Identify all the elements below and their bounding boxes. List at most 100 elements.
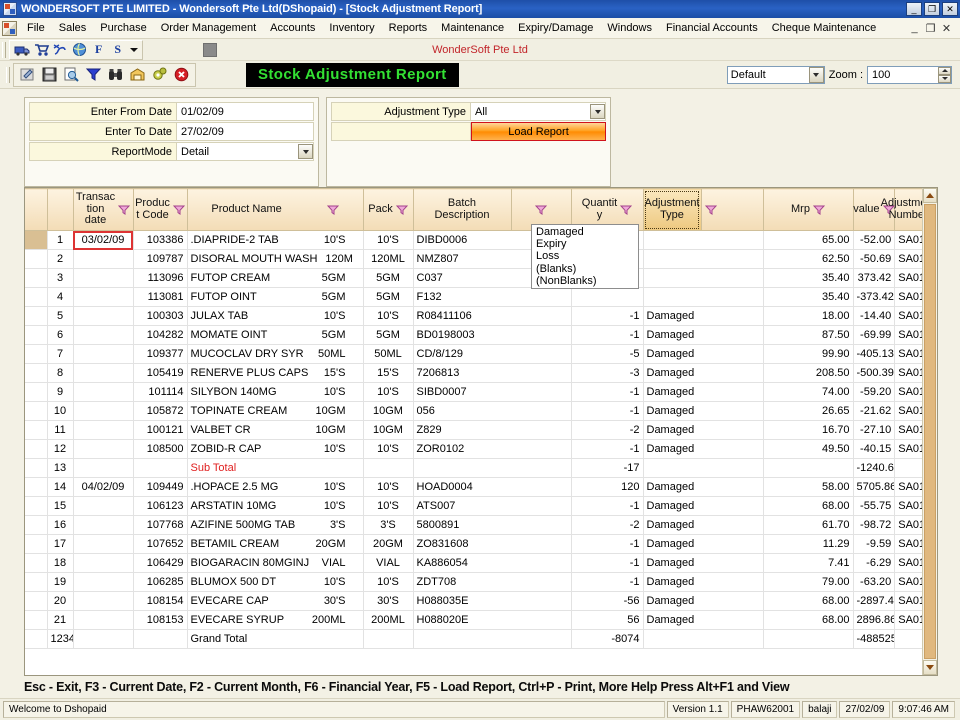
cell-adjustment-type[interactable]: Damaged [643,439,764,459]
cell-quantity[interactable]: -5 [571,344,644,364]
cell-quantity[interactable]: -1 [571,553,644,573]
row-selector-cell[interactable] [25,230,48,250]
row-number[interactable]: 7 [47,344,74,364]
cell-mrp[interactable]: 58.00 [763,477,854,497]
cell-product-code[interactable]: 105419 [133,363,188,383]
cell-batch-description[interactable]: 056 [413,401,572,421]
cell-pack[interactable]: 5GM [363,268,414,288]
row-number[interactable]: 1 [47,230,74,250]
cell-adjustment-type[interactable]: Damaged [643,344,764,364]
shopping-cart-icon[interactable] [33,41,50,58]
cell-adjustment-type[interactable]: Damaged [643,553,764,573]
cell-value[interactable]: 5705.86 [853,477,896,497]
cell-mrp[interactable]: 79.00 [763,572,854,592]
row-selector-cell[interactable] [25,591,48,611]
cell-adjustment-type[interactable]: Damaged [643,610,764,630]
row-number[interactable]: 5 [47,306,74,326]
cell-transaction-date[interactable] [73,515,134,535]
zoom-increase-icon[interactable] [938,66,951,75]
cell-pack[interactable] [363,458,414,478]
cell-pack[interactable]: 10'S [363,306,414,326]
cell-transaction-date[interactable] [73,344,134,364]
cell-batch-description[interactable]: CD/8/129 [413,344,572,364]
cell-mrp[interactable]: 11.29 [763,534,854,554]
cell-product-code[interactable]: 101114 [133,382,188,402]
cell-pack[interactable]: 5GM [363,287,414,307]
row-number[interactable]: 15 [47,496,74,516]
cell-product-name[interactable]: AZIFINE 500MG TAB 3'S [187,515,364,535]
cell-product-code[interactable]: 108500 [133,439,188,459]
cell-pack[interactable]: 200ML [363,610,414,630]
row-selector-cell[interactable] [25,496,48,516]
cell-transaction-date[interactable]: 03/02/09 [73,230,134,250]
row-number[interactable]: 9 [47,382,74,402]
cell-mrp[interactable]: 18.00 [763,306,854,326]
toolbar-overflow-chevron-down-icon[interactable] [130,47,139,52]
filter-funnel-icon[interactable] [812,204,825,216]
cell-mrp[interactable]: 74.00 [763,382,854,402]
cell-transaction-date[interactable] [73,534,134,554]
table-row[interactable]: 9 101114 SILYBON 140MG 10'S 10'S SIBD0007 -1 Da… [25,382,937,402]
cell-batch-description[interactable]: 7206813 [413,363,572,383]
table-row[interactable]: 11 100121 VALBET CR 10GM 10GM Z829 -2 Damaged 16… [25,420,937,440]
cell-pack[interactable]: 10GM [363,420,414,440]
s-shortcut-button[interactable]: S [109,42,126,57]
cell-quantity[interactable]: -56 [571,591,644,611]
cell-batch-description[interactable]: ZO831608 [413,534,572,554]
row-number[interactable]: 2 [47,249,74,269]
cell-product-code[interactable]: 108154 [133,591,188,611]
row-selector-cell[interactable] [25,249,48,269]
cell-pack[interactable]: 30'S [363,591,414,611]
column-header-product-code[interactable]: Produc t Code [133,188,188,231]
cell-batch-description[interactable]: HOAD0004 [413,477,572,497]
column-header-adjustment-type[interactable]: Adjustment Type [643,188,702,231]
row-number[interactable]: 11 [47,420,74,440]
mdi-restore-icon[interactable]: ❐ [923,21,938,36]
cell-adjustment-type[interactable]: Damaged [643,515,764,535]
table-row[interactable]: 8 105419 RENERVE PLUS CAPS 15'S 15'S 7206813-… [25,363,937,383]
menu-item-file[interactable]: File [20,19,52,37]
cell-quantity[interactable]: -1 [571,382,644,402]
cell-product-code[interactable]: 105872 [133,401,188,421]
f-shortcut-button[interactable]: F [90,42,107,57]
cell-adjustment-type[interactable]: Damaged [643,420,764,440]
scroll-down-icon[interactable] [923,660,937,675]
cell-transaction-date[interactable] [73,401,134,421]
cell-product-name[interactable]: BLUMOX 500 DT 10'S [187,572,364,592]
row-selector-cell[interactable] [25,553,48,573]
row-number[interactable]: 16 [47,515,74,535]
report-toolbar-grip[interactable] [6,66,10,83]
column-header-batch-description[interactable]: Batch Description [413,188,512,231]
filter-option-blanks[interactable]: (Blanks) [534,263,638,275]
cell-mrp[interactable]: 16.70 [763,420,854,440]
filter-funnel-icon[interactable] [172,204,185,216]
cell-quantity[interactable]: 56 [571,610,644,630]
adjustment-type-chevron-down-icon[interactable] [590,104,605,119]
cell-transaction-date[interactable] [73,420,134,440]
cell-adjustment-type[interactable]: Damaged [643,477,764,497]
filter-option-nonblanks[interactable]: (NonBlanks) [534,275,638,287]
cell-value[interactable]: -69.99 [853,325,896,345]
cell-batch-description[interactable]: Z829 [413,420,572,440]
cell-adjustment-type[interactable] [643,458,764,478]
cell-product-name[interactable]: RENERVE PLUS CAPS 15'S [187,363,364,383]
menu-item-financial-accounts[interactable]: Financial Accounts [659,19,765,37]
row-number[interactable]: 19 [47,572,74,592]
cell-transaction-date[interactable] [73,572,134,592]
cell-mrp[interactable]: 26.65 [763,401,854,421]
cell-product-code[interactable]: 106429 [133,553,188,573]
zoom-decrease-icon[interactable] [938,74,951,83]
filter-funnel-icon[interactable] [326,204,339,216]
row-number[interactable]: 18 [47,553,74,573]
cell-product-code[interactable]: 104282 [133,325,188,345]
cell-pack[interactable]: 20GM [363,534,414,554]
cell-transaction-date[interactable] [73,458,134,478]
row-number[interactable]: 20 [47,591,74,611]
cell-transaction-date[interactable] [73,325,134,345]
cell-adjustment-type[interactable]: Damaged [643,382,764,402]
cell-adjustment-type[interactable] [643,249,764,269]
zoom-stepper[interactable] [938,66,951,83]
row-number[interactable]: 17 [47,534,74,554]
row-selector-cell[interactable] [25,477,48,497]
cell-batch-description[interactable]: ZDT708 [413,572,572,592]
